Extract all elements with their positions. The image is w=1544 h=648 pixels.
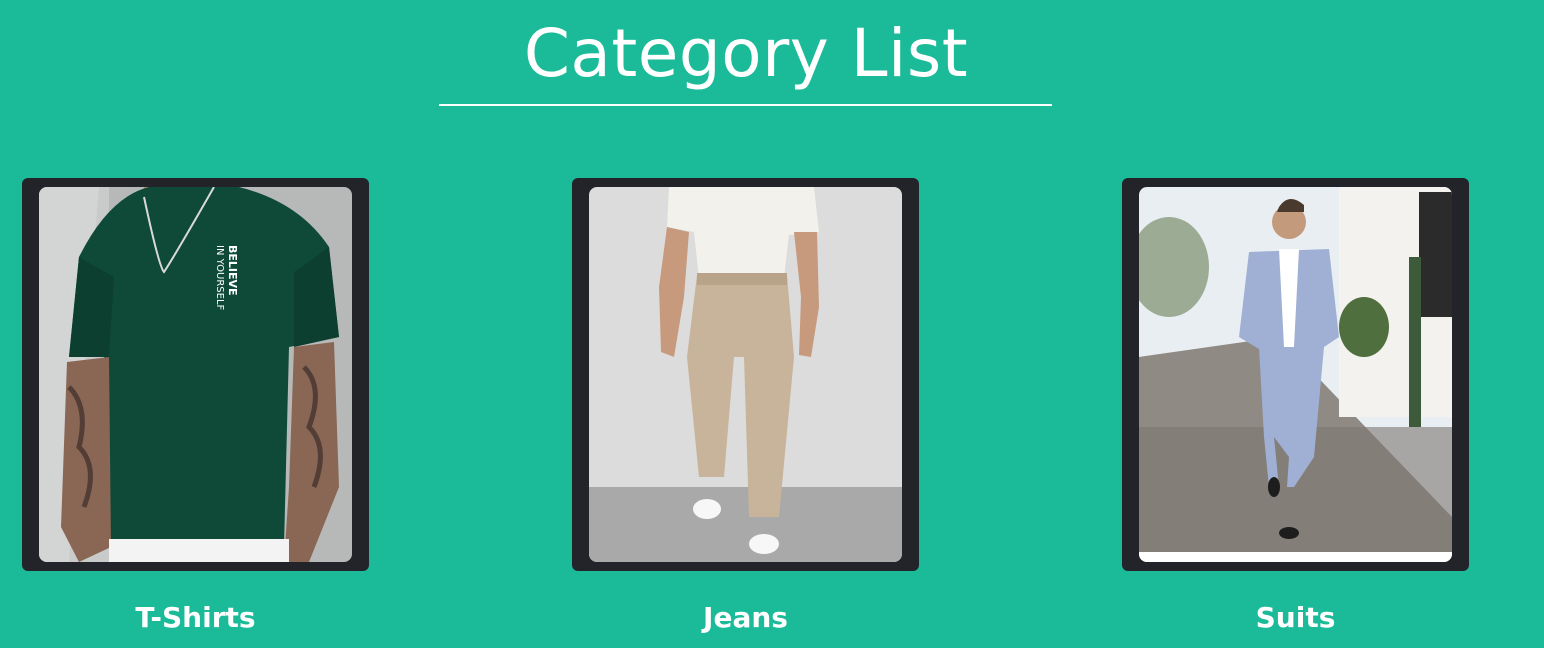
category-card-tshirts[interactable]: BELIEVE IN YOURSELF <box>22 178 369 571</box>
category-card-jeans[interactable] <box>572 178 919 571</box>
category-label-jeans[interactable]: Jeans <box>572 600 919 636</box>
shirt-print-line1: BELIEVE <box>226 245 239 296</box>
shirt-print-line2: IN YOURSELF <box>214 245 225 311</box>
page-title: Category List <box>523 15 969 92</box>
category-list-page: Category List BELIEVE IN YOURSELF T-Shir… <box>0 0 1544 648</box>
title-underline <box>439 104 1052 106</box>
category-label-tshirts[interactable]: T-Shirts <box>22 600 369 636</box>
suits-category-image[interactable] <box>1139 187 1452 562</box>
tshirt-category-image[interactable]: BELIEVE IN YOURSELF <box>39 187 352 562</box>
jeans-category-image[interactable] <box>589 187 902 562</box>
category-card-suits[interactable] <box>1122 178 1469 571</box>
category-label-suits[interactable]: Suits <box>1122 600 1469 636</box>
